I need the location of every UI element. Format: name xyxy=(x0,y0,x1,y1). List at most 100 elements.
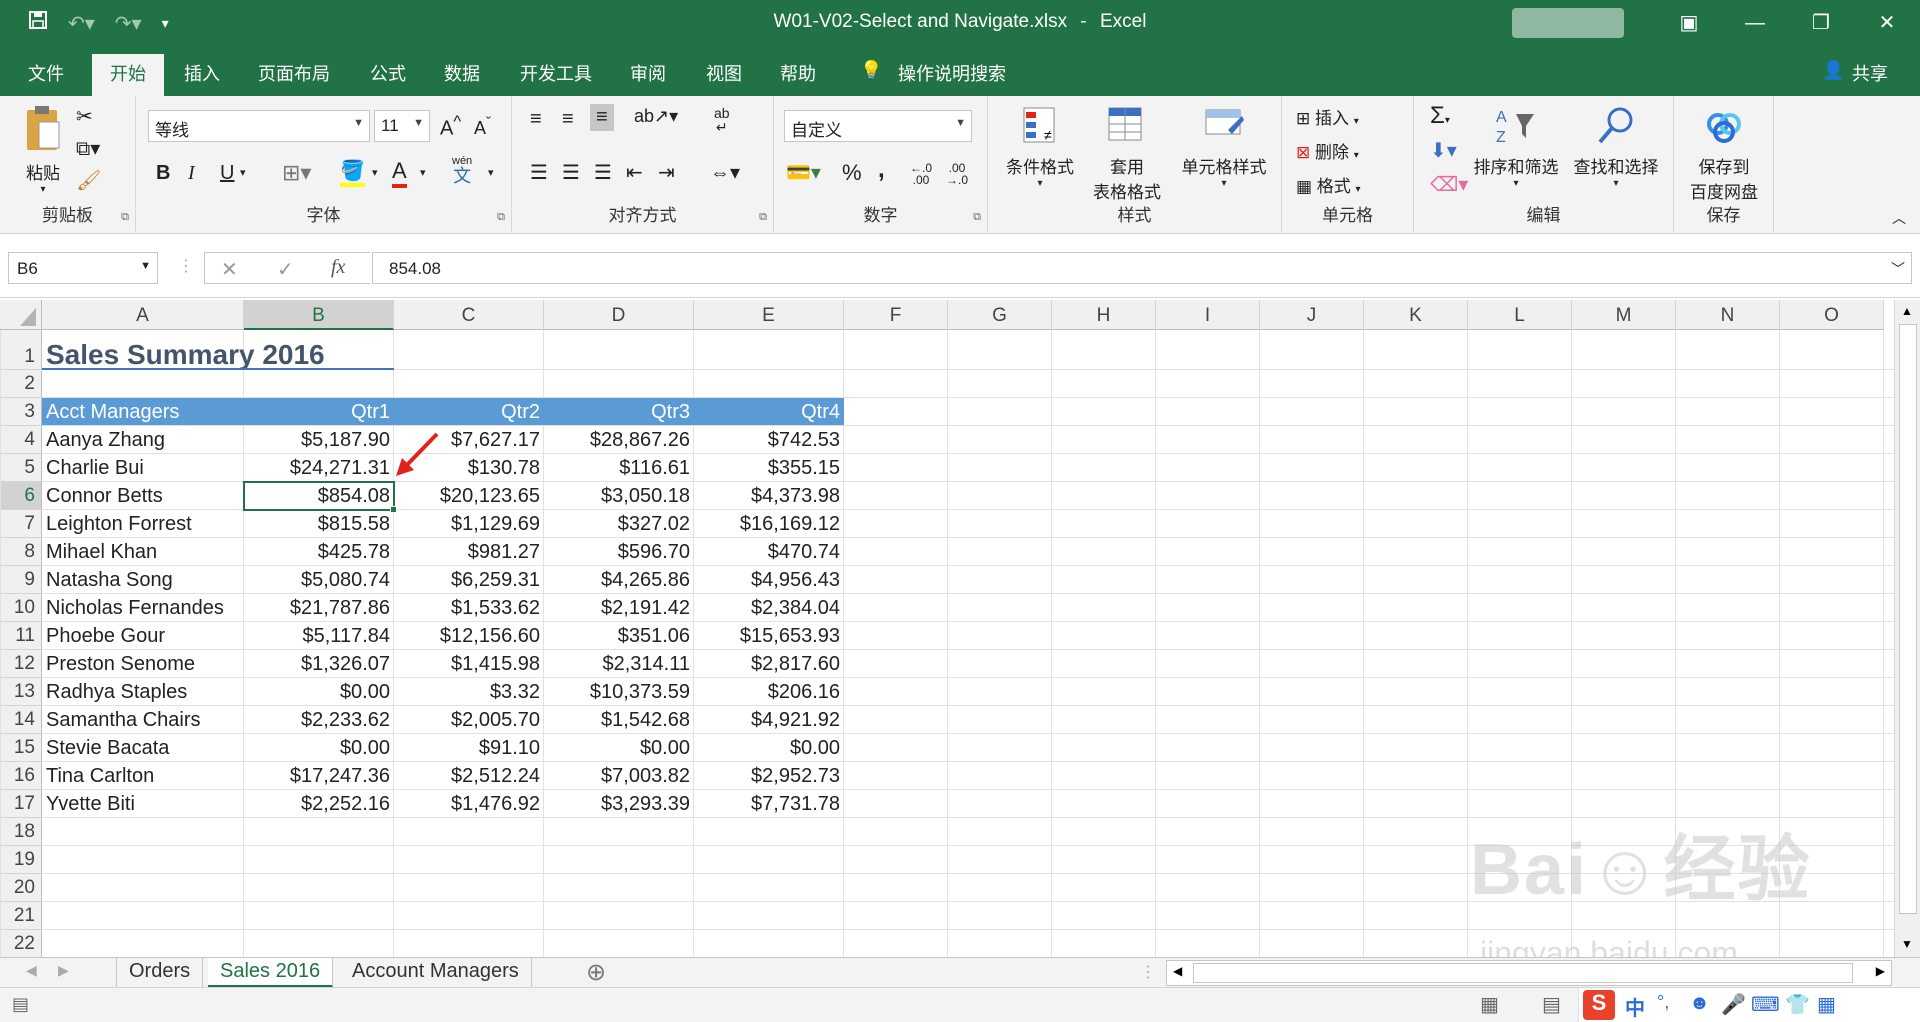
prev-sheet-icon[interactable]: ◀ xyxy=(26,962,37,979)
microphone-icon[interactable]: 🎤 xyxy=(1721,992,1746,1017)
column-header-b[interactable]: B xyxy=(244,300,394,330)
column-header-a[interactable]: A xyxy=(42,300,244,330)
row-header-2[interactable]: 2 xyxy=(0,370,42,398)
accounting-format-icon[interactable]: 💳▾ xyxy=(786,160,821,185)
enter-icon[interactable]: ✓ xyxy=(277,257,294,282)
tab-data[interactable]: 数据 xyxy=(444,60,480,86)
fill-icon[interactable]: ⬇▾ xyxy=(1430,138,1457,163)
sales-value-cell[interactable]: $351.06 xyxy=(544,622,694,650)
comma-button[interactable]: , xyxy=(878,156,885,184)
insert-function-button[interactable]: fx xyxy=(331,256,345,279)
percent-button[interactable]: % xyxy=(842,160,862,186)
row-header-1[interactable]: 1 xyxy=(0,330,42,370)
italic-button[interactable]: I xyxy=(188,162,195,185)
column-header-o[interactable]: O xyxy=(1780,300,1884,330)
collapse-ribbon-icon[interactable]: ︿ xyxy=(1892,208,1906,228)
decrease-indent-icon[interactable]: ⇤ xyxy=(626,160,643,185)
clear-icon[interactable]: ⌫▾ xyxy=(1430,172,1468,197)
manager-name-cell[interactable]: Nicholas Fernandes xyxy=(42,594,244,622)
underline-dropdown-icon[interactable]: ▾ xyxy=(240,166,246,179)
column-header-l[interactable]: L xyxy=(1468,300,1572,330)
column-header-i[interactable]: I xyxy=(1156,300,1260,330)
cut-icon[interactable]: ✂ xyxy=(76,104,93,129)
manager-name-cell[interactable]: Leighton Forrest xyxy=(42,510,244,538)
column-header-c[interactable]: C xyxy=(394,300,544,330)
manager-name-cell[interactable]: Connor Betts xyxy=(42,482,244,510)
sales-value-cell[interactable]: $20,123.65 xyxy=(394,482,544,510)
row-header-21[interactable]: 21 xyxy=(0,902,42,930)
manager-name-cell[interactable]: Phoebe Gour xyxy=(42,622,244,650)
tab-formulas[interactable]: 公式 xyxy=(370,60,406,86)
font-size-combo[interactable]: 11 ▼ xyxy=(374,110,430,142)
name-box[interactable]: B6 ▼ xyxy=(8,252,158,284)
formula-input[interactable]: 854.08 ﹀ xyxy=(372,252,1912,284)
row-header-15[interactable]: 15 xyxy=(0,734,42,762)
lightbulb-icon[interactable]: 💡 xyxy=(860,60,882,81)
emoji-icon[interactable]: ☻ xyxy=(1689,992,1710,1015)
share-button[interactable]: 共享 xyxy=(1852,60,1888,86)
decrease-font-icon[interactable]: Aˇ xyxy=(474,114,491,139)
align-middle-icon[interactable]: ≡ xyxy=(562,108,574,131)
row-header-11[interactable]: 11 xyxy=(0,622,42,650)
sales-value-cell[interactable]: $2,233.62 xyxy=(244,706,394,734)
sales-value-cell[interactable]: $28,867.26 xyxy=(544,426,694,454)
sales-value-cell[interactable]: $1,542.68 xyxy=(544,706,694,734)
font-color-dropdown-icon[interactable]: ▾ xyxy=(420,166,426,179)
sales-value-cell[interactable]: $3.32 xyxy=(394,678,544,706)
active-cell-selection[interactable] xyxy=(243,481,397,513)
font-launcher-icon[interactable]: ⧉ xyxy=(497,211,505,224)
merge-center-icon[interactable]: ⇔▾ xyxy=(710,160,740,185)
clipboard-launcher-icon[interactable]: ⧉ xyxy=(121,211,129,224)
sales-value-cell[interactable]: $425.78 xyxy=(244,538,394,566)
orientation-icon[interactable]: ab↗▾ xyxy=(634,106,678,127)
row-header-17[interactable]: 17 xyxy=(0,790,42,818)
format-painter-icon[interactable]: 🖌 xyxy=(76,168,101,193)
sheet-tab-account-managers[interactable]: Account Managers xyxy=(340,958,532,988)
row-header-12[interactable]: 12 xyxy=(0,650,42,678)
manager-name-cell[interactable]: Natasha Song xyxy=(42,566,244,594)
sales-value-cell[interactable]: $815.58 xyxy=(244,510,394,538)
sales-value-cell[interactable]: $1,129.69 xyxy=(394,510,544,538)
column-header-k[interactable]: K xyxy=(1364,300,1468,330)
format-as-table-button[interactable]: 套用 表格格式 xyxy=(1084,104,1170,203)
sales-value-cell[interactable]: $4,373.98 xyxy=(694,482,844,510)
restore-button[interactable]: ❐ xyxy=(1788,0,1854,46)
table-header-cell[interactable]: Qtr4 xyxy=(694,398,844,426)
manager-name-cell[interactable]: Samantha Chairs xyxy=(42,706,244,734)
sales-value-cell[interactable]: $116.61 xyxy=(544,454,694,482)
sales-value-cell[interactable]: $12,156.60 xyxy=(394,622,544,650)
sales-value-cell[interactable]: $596.70 xyxy=(544,538,694,566)
scroll-left-icon[interactable]: ◀ xyxy=(1173,964,1182,978)
sales-value-cell[interactable]: $0.00 xyxy=(244,678,394,706)
align-center-icon[interactable]: ☰ xyxy=(562,160,580,185)
user-avatar[interactable] xyxy=(1512,8,1624,38)
add-sheet-button[interactable]: ⊕ xyxy=(586,958,606,987)
decrease-decimal-icon[interactable]: .00 →.0 xyxy=(946,162,968,186)
manager-name-cell[interactable]: Aanya Zhang xyxy=(42,426,244,454)
row-header-5[interactable]: 5 xyxy=(0,454,42,482)
row-header-9[interactable]: 9 xyxy=(0,566,42,594)
row-header-10[interactable]: 10 xyxy=(0,594,42,622)
row-header-8[interactable]: 8 xyxy=(0,538,42,566)
sales-value-cell[interactable]: $1,476.92 xyxy=(394,790,544,818)
sales-value-cell[interactable]: $1,326.07 xyxy=(244,650,394,678)
sales-value-cell[interactable]: $1,533.62 xyxy=(394,594,544,622)
scroll-right-icon[interactable]: ▶ xyxy=(1876,964,1885,978)
conditional-formatting-button[interactable]: ≠ 条件格式 ▾ xyxy=(1000,104,1080,189)
cell-styles-button[interactable]: 单元格样式 ▾ xyxy=(1172,104,1276,189)
manager-name-cell[interactable]: Preston Senome xyxy=(42,650,244,678)
borders-icon[interactable]: ⊞▾ xyxy=(282,160,311,186)
sheet-title-cell[interactable]: Sales Summary 2016 xyxy=(42,330,394,370)
ime-punct-mode[interactable]: °, xyxy=(1657,992,1669,1013)
row-header-18[interactable]: 18 xyxy=(0,818,42,846)
increase-indent-icon[interactable]: ⇥ xyxy=(658,160,675,185)
sales-value-cell[interactable]: $4,265.86 xyxy=(544,566,694,594)
fill-handle[interactable] xyxy=(390,506,397,513)
tab-insert[interactable]: 插入 xyxy=(184,60,220,86)
scroll-up-icon[interactable]: ▲ xyxy=(1901,304,1913,318)
row-header-22[interactable]: 22 xyxy=(0,930,42,957)
fill-dropdown-icon[interactable]: ▾ xyxy=(372,166,378,179)
page-layout-view-icon[interactable]: ▤ xyxy=(1542,992,1561,1017)
sales-value-cell[interactable]: $470.74 xyxy=(694,538,844,566)
sales-value-cell[interactable]: $2,191.42 xyxy=(544,594,694,622)
